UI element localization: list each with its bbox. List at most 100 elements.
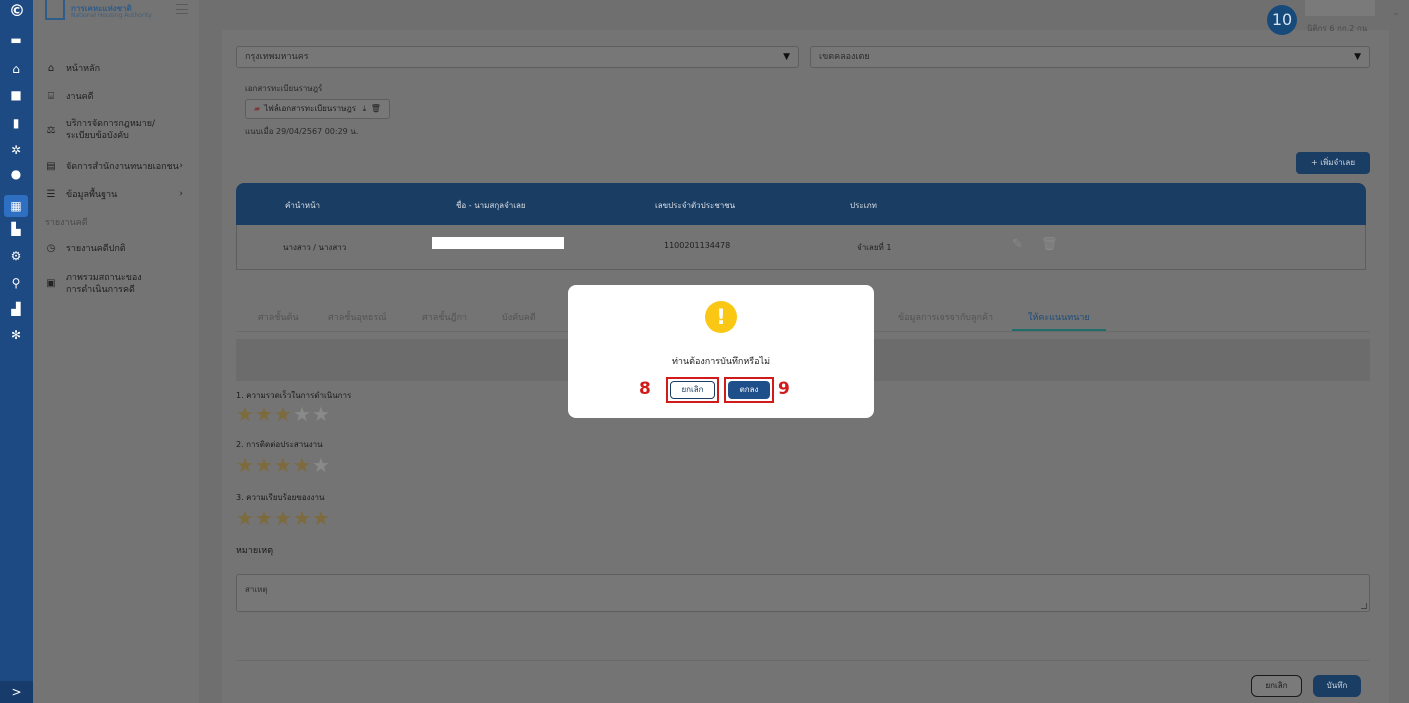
sidebar-item-case-overview[interactable]: ▣ ภาพรวมสถานะของการดำเนินการคดี — [45, 272, 195, 298]
save-button[interactable]: บันทึก — [1313, 675, 1361, 697]
bank-icon: ⌸ — [48, 91, 54, 102]
edit-icon[interactable]: ✎ — [1012, 237, 1023, 252]
tab-first-instance[interactable]: ศาลชั้นต้น — [258, 310, 299, 324]
dialog-cancel-highlight: ยกเลิก — [666, 377, 719, 403]
sidebar-item-label: จัดการสำนักงานทนายเอกชน — [66, 162, 179, 172]
star-icon[interactable]: ★ — [274, 507, 293, 529]
tab-appeal[interactable]: ศาลชั้นอุทธรณ์ — [328, 310, 387, 324]
file-icon[interactable]: ▮ — [9, 116, 23, 130]
building-icon[interactable]: ▙ — [9, 222, 23, 236]
sidebar-item-label: หน้าหลัก — [66, 64, 101, 74]
tab-negotiation[interactable]: ข้อมูลการเจรจากับลูกค้า — [898, 310, 993, 324]
table-row: นางสาว / นางสาว 1100201134478 จำเลยที่ 1… — [236, 225, 1366, 270]
rating-stars-1[interactable]: ★★★★★ — [236, 403, 331, 425]
trash-icon[interactable]: 🗑 — [1041, 237, 1058, 252]
list-icon: ☰ — [46, 189, 56, 200]
star-icon[interactable]: ★ — [255, 454, 274, 476]
rating-question-2: 2. การติดต่อประสานงาน — [236, 440, 323, 449]
star-icon[interactable]: ★ — [312, 507, 331, 529]
resize-handle[interactable] — [1361, 603, 1367, 609]
id-cell: 1100201134478 — [664, 241, 731, 250]
chart-icon[interactable]: ▟ — [9, 302, 23, 316]
briefcase-icon[interactable]: ▬ — [9, 33, 23, 47]
type-cell: จำเลยที่ 1 — [857, 243, 892, 252]
column-header: คำนำหน้า — [285, 201, 321, 210]
column-header: ประเภท — [850, 201, 877, 210]
star-icon[interactable]: ★ — [236, 403, 255, 425]
clipboard-icon: ▤ — [46, 161, 56, 172]
district-select[interactable]: เขตคลองเตย ▼ — [810, 46, 1370, 68]
tab-supreme[interactable]: ศาลชั้นฎีกา — [422, 310, 467, 324]
upload-timestamp: แนบเมื่อ 29/04/2567 00:29 น. — [245, 127, 359, 136]
name-redacted — [432, 237, 564, 249]
note-label: หมายเหตุ — [236, 546, 274, 556]
add-defendant-button[interactable]: + เพิ่มจำเลย — [1296, 152, 1370, 174]
star-icon[interactable]: ★ — [274, 403, 293, 425]
divider — [236, 660, 1370, 661]
star-icon[interactable]: ★ — [312, 454, 331, 476]
download-icon[interactable]: ⤓ — [363, 104, 367, 113]
clock-icon: ◷ — [46, 243, 56, 254]
chevron-right-icon: › — [179, 189, 183, 199]
cancel-button[interactable]: ยกเลิก — [1251, 675, 1302, 697]
confirm-dialog: ! ท่านต้องการบันทึกหรือไม่ ยกเลิก ตกลง — [568, 285, 874, 418]
file-name: ไฟล์เอกสารทะเบียนราษฎร — [264, 104, 357, 113]
search-icon[interactable]: ⚲ — [9, 276, 23, 290]
province-select[interactable]: กรุงเทพมหานคร ▼ — [236, 46, 799, 68]
icon-rail: © ▬ ⌂ ■ ▮ ✲ ● ▦ ▙ ⚙ ⚲ ▟ ✻ > — [0, 0, 33, 703]
active-tab-indicator — [1012, 329, 1106, 331]
sidebar-item-label: บริการจัดการกฎหมาย/ระเบียบข้อบังคับ — [66, 119, 156, 141]
dialog-ok-button[interactable]: ตกลง — [728, 381, 770, 399]
star-icon[interactable]: ★ — [293, 507, 312, 529]
note-textarea[interactable]: สาเหตุ — [236, 574, 1370, 612]
user-role: นิติกร 6 กก.2 กน — [1307, 24, 1368, 33]
sidebar-section-reports: รายงานคดี — [45, 218, 88, 228]
expand-rail-button[interactable]: > — [0, 681, 33, 703]
province-value: กรุงเทพมหานคร — [245, 52, 309, 62]
column-header: เลขประจำตัวประชาชน — [655, 201, 736, 210]
chevron-down-icon[interactable]: ⌄ — [1392, 8, 1400, 18]
dialog-cancel-button[interactable]: ยกเลิก — [670, 381, 715, 399]
sidebar-item-regulations[interactable]: ⚖ บริการจัดการกฎหมาย/ระเบียบข้อบังคับ — [45, 118, 195, 144]
tab-enforcement[interactable]: บังคับคดี — [502, 310, 536, 324]
star-icon[interactable]: ★ — [293, 454, 312, 476]
file-chip[interactable]: ▰ ไฟล์เอกสารทะเบียนราษฎร ⤓ 🗑 — [245, 99, 390, 119]
settings-icon[interactable]: ✲ — [9, 143, 23, 157]
sidebar-item-label: รายงานคดีปกติ — [66, 244, 126, 254]
gear-icon[interactable]: ⚙ — [9, 249, 23, 263]
grid-icon[interactable]: ▦ — [4, 195, 28, 217]
sidebar: การเคหะแห่งชาติ National Housing Authori… — [33, 0, 199, 703]
chevron-right-icon: › — [179, 161, 183, 171]
brand-logo-icon — [45, 0, 65, 20]
home-icon[interactable]: ⌂ — [9, 62, 23, 76]
cogs-icon[interactable]: ✻ — [9, 328, 23, 342]
warning-icon: ! — [705, 301, 737, 333]
trash-icon[interactable]: 🗑 — [371, 104, 381, 113]
avatar[interactable]: 10 — [1267, 5, 1297, 35]
star-icon[interactable]: ★ — [293, 403, 312, 425]
star-icon[interactable]: ★ — [274, 454, 293, 476]
sidebar-item-label: ข้อมูลพื้นฐาน — [66, 190, 118, 200]
logo-c-icon[interactable]: © — [9, 3, 25, 19]
dialog-message: ท่านต้องการบันทึกหรือไม่ — [672, 357, 770, 367]
sidebar-item-label: งานคดี — [66, 92, 94, 102]
star-icon[interactable]: ★ — [312, 403, 331, 425]
tab-lawyer-rating[interactable]: ให้คะแนนทนาย — [1028, 310, 1090, 324]
user-icon[interactable]: ● — [9, 167, 23, 181]
dialog-ok-highlight: ตกลง — [724, 377, 774, 403]
rating-question-3: 3. ความเรียบร้อยของงาน — [236, 493, 325, 502]
sidebar-item-label: ภาพรวมสถานะของการดำเนินการคดี — [66, 273, 142, 295]
home-outline-icon: ⌂ — [47, 63, 55, 74]
cards-icon[interactable]: ■ — [9, 88, 23, 102]
district-value: เขตคลองเตย — [819, 52, 870, 62]
star-icon[interactable]: ★ — [255, 507, 274, 529]
star-icon[interactable]: ★ — [255, 403, 274, 425]
chevron-down-icon: ▼ — [783, 52, 790, 62]
rating-stars-3[interactable]: ★★★★★ — [236, 507, 331, 529]
user-name-redacted — [1305, 0, 1375, 16]
hamburger-icon[interactable] — [176, 4, 188, 14]
rating-stars-2[interactable]: ★★★★★ — [236, 454, 331, 476]
star-icon[interactable]: ★ — [236, 454, 255, 476]
star-icon[interactable]: ★ — [236, 507, 255, 529]
step-marker-ok: 9 — [778, 379, 790, 399]
